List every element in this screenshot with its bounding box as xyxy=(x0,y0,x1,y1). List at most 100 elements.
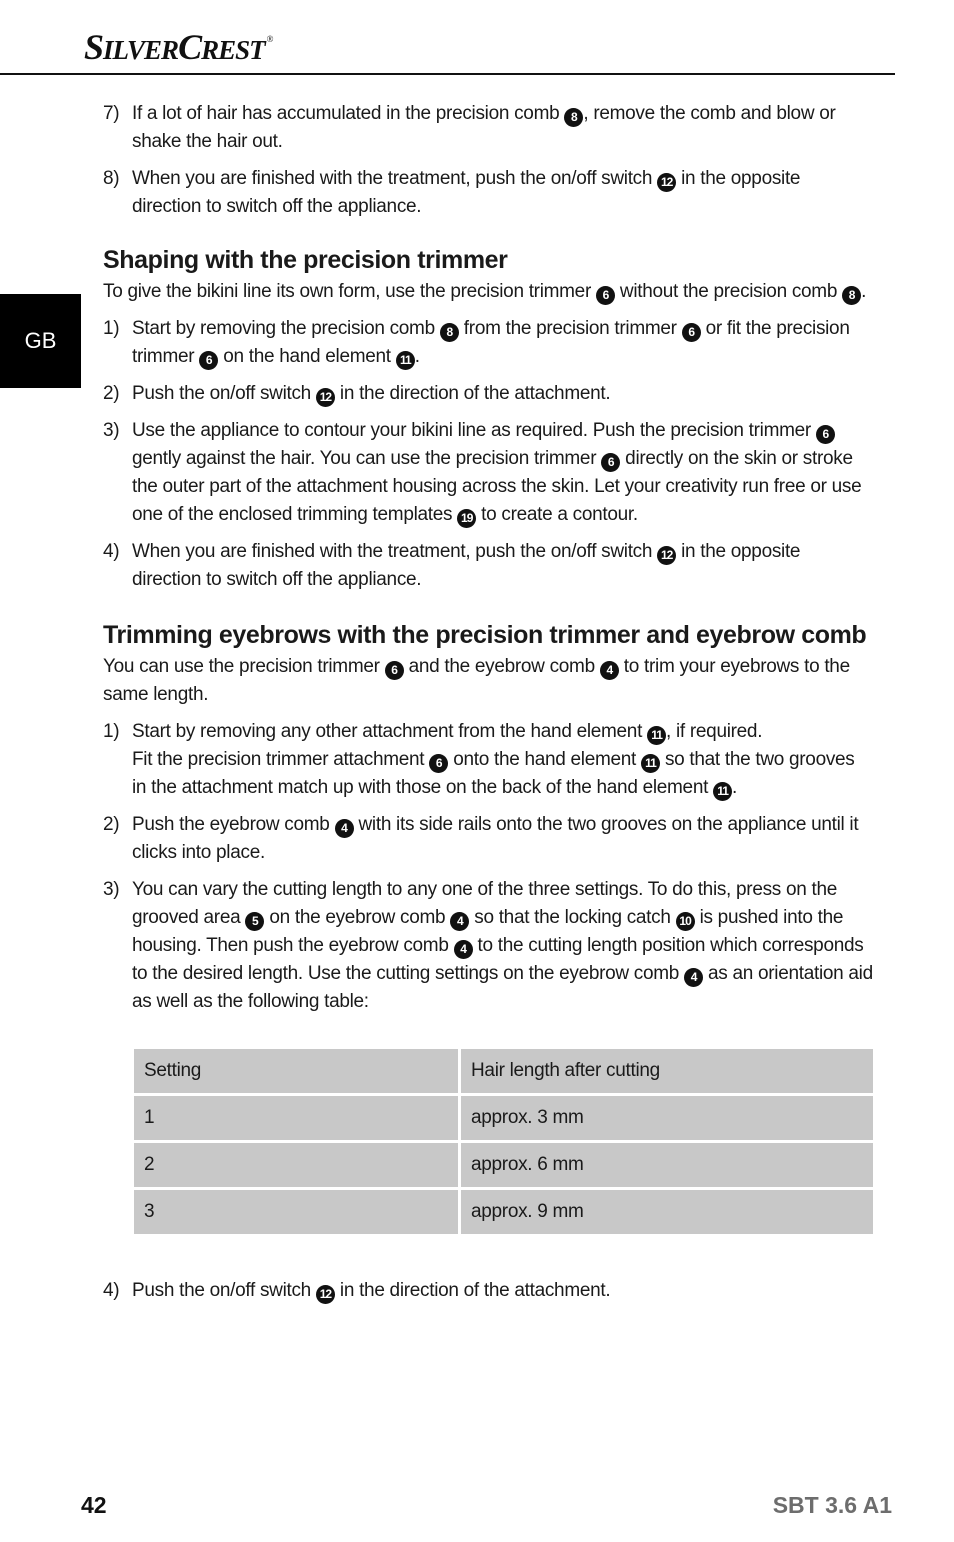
step-text: Start by removing any other attachment f… xyxy=(132,718,873,802)
part-number-badge: 6 xyxy=(384,661,404,680)
list-item: 2) Push the eyebrow comb 4 with its side … xyxy=(103,811,873,867)
header-divider xyxy=(0,73,895,75)
part-number-badge: 6 xyxy=(429,754,449,773)
part-number-badge: 11 xyxy=(640,754,660,773)
body-text: onto the hand element xyxy=(448,749,641,770)
part-number-badge: 4 xyxy=(599,661,619,680)
body-text: gently against the hair. You can use the… xyxy=(132,448,602,469)
section-heading-shaping: Shaping with the precision trimmer xyxy=(103,246,508,274)
step-text: Push the on/off switch 12 in the directi… xyxy=(132,380,873,408)
body-text: When you are finished with the treatment… xyxy=(132,168,658,189)
body-text: on the hand element xyxy=(218,346,396,367)
table-header-hair-length: Hair length after cutting xyxy=(461,1049,873,1093)
body-text: without the precision comb xyxy=(614,281,843,302)
list-item: 1) Start by removing the precision comb 8… xyxy=(103,315,873,371)
body-text: Start by removing any other attachment f… xyxy=(132,721,648,742)
part-number-badge: 4 xyxy=(453,940,473,959)
body-text: Push the on/off switch xyxy=(132,1280,316,1301)
logo-letter: S xyxy=(84,27,104,67)
silvercrest-logo: SILVERCREST ® xyxy=(84,26,273,68)
step-number: 2) xyxy=(103,383,120,404)
model-number: SBT 3.6 A1 xyxy=(772,1492,892,1518)
table-cell-length: approx. 3 mm xyxy=(461,1096,873,1140)
table-cell-setting: 1 xyxy=(134,1096,458,1140)
part-number-badge: 11 xyxy=(713,782,733,801)
step-text: When you are finished with the treatment… xyxy=(132,538,873,594)
step-number: 2) xyxy=(103,814,120,835)
table-cell-length: approx. 9 mm xyxy=(461,1190,873,1234)
table-row: 1 approx. 3 mm xyxy=(134,1096,873,1140)
page-content: 7) If a lot of hair has accumulated in th… xyxy=(103,100,873,1314)
list-item: 4) When you are finished with the treatme… xyxy=(103,538,873,594)
settings-table: Setting Hair length after cutting 1 appr… xyxy=(131,1046,876,1237)
step-text: When you are finished with the treatment… xyxy=(132,165,873,221)
step-number: 8) xyxy=(103,168,120,189)
body-text: , if required. xyxy=(666,721,763,742)
body-text: . xyxy=(414,346,420,367)
step-text: Start by removing the precision comb 8 f… xyxy=(132,315,873,371)
part-number-badge: 12 xyxy=(315,1285,335,1304)
part-number-badge: 6 xyxy=(601,453,621,472)
section-heading-eyebrows: Trimming eyebrows with the precision tri… xyxy=(103,621,867,649)
shaping-steps: 1) Start by removing the precision comb 8… xyxy=(103,315,873,594)
section-intro-eyebrows: You can use the precision trimmer 6 and … xyxy=(103,653,873,709)
table-row: 2 approx. 6 mm xyxy=(134,1143,873,1187)
body-text: Push the on/off switch xyxy=(132,383,316,404)
body-text: You can use the precision trimmer xyxy=(103,656,385,677)
table-header-setting: Setting xyxy=(134,1049,458,1093)
body-text: and the eyebrow comb xyxy=(403,656,600,677)
part-number-badge: 8 xyxy=(439,323,459,342)
step-number: 4) xyxy=(103,541,120,562)
intro-steps: 7) If a lot of hair has accumulated in th… xyxy=(103,100,873,221)
part-number-badge: 12 xyxy=(657,173,677,192)
part-number-badge: 12 xyxy=(315,388,335,407)
logo-letters: REST xyxy=(201,35,266,65)
part-number-badge: 8 xyxy=(842,286,862,305)
list-item: 3) Use the appliance to contour your biki… xyxy=(103,417,873,529)
logo-letters: ILVER xyxy=(103,35,179,65)
table-cell-setting: 3 xyxy=(134,1190,458,1234)
list-item: 3) You can vary the cutting length to any… xyxy=(103,876,873,1016)
section-intro-shaping: To give the bikini line its own form, us… xyxy=(103,278,873,306)
list-item: 1) Start by removing any other attachment… xyxy=(103,718,873,802)
part-number-badge: 4 xyxy=(334,819,354,838)
part-number-badge: 12 xyxy=(657,546,677,565)
body-text: . xyxy=(732,777,738,798)
part-number-badge: 6 xyxy=(681,323,701,342)
step-number: 4) xyxy=(103,1280,120,1301)
body-text: Fit the precision trimmer attachment xyxy=(132,749,430,770)
part-number-badge: 4 xyxy=(450,912,470,931)
step-text: You can vary the cutting length to any o… xyxy=(132,876,873,1016)
page-number: 42 xyxy=(81,1492,107,1518)
part-number-badge: 10 xyxy=(675,912,695,931)
language-tab-label: GB xyxy=(24,328,57,353)
step-number: 3) xyxy=(103,879,120,900)
list-item: 7) If a lot of hair has accumulated in th… xyxy=(103,100,873,156)
eyebrow-steps-after-table: 4) Push the on/off switch 12 in the direc… xyxy=(103,1277,873,1305)
table-header-row: Setting Hair length after cutting xyxy=(134,1049,873,1093)
eyebrow-steps: 1) Start by removing any other attachment… xyxy=(103,718,873,1016)
step-number: 3) xyxy=(103,420,120,441)
step-text: Push the on/off switch 12 in the directi… xyxy=(132,1277,873,1305)
part-number-badge: 11 xyxy=(647,726,667,745)
step-text: Use the appliance to contour your bikini… xyxy=(132,417,873,529)
list-item: 8) When you are finished with the treatme… xyxy=(103,165,873,221)
language-tab: GB xyxy=(0,294,81,388)
part-number-badge: 4 xyxy=(684,968,704,987)
part-number-badge: 6 xyxy=(199,351,219,370)
table-row: 3 approx. 9 mm xyxy=(134,1190,873,1234)
table-cell-setting: 2 xyxy=(134,1143,458,1187)
step-number: 1) xyxy=(103,721,120,742)
body-text: Start by removing the precision comb xyxy=(132,318,440,339)
step-number: 1) xyxy=(103,318,120,339)
logo-letter: C xyxy=(178,27,202,67)
part-number-badge: 5 xyxy=(245,912,265,931)
body-text: to create a contour. xyxy=(476,504,638,525)
part-number-badge: 8 xyxy=(564,108,584,127)
body-text: If a lot of hair has accumulated in the … xyxy=(132,103,565,124)
body-text: . xyxy=(861,281,867,302)
part-number-badge: 11 xyxy=(395,351,415,370)
step-text: Push the eyebrow comb 4 with its side ra… xyxy=(132,811,873,867)
body-text: Use the appliance to contour your bikini… xyxy=(132,420,816,441)
body-text: in the direction of the attachment. xyxy=(334,383,611,404)
